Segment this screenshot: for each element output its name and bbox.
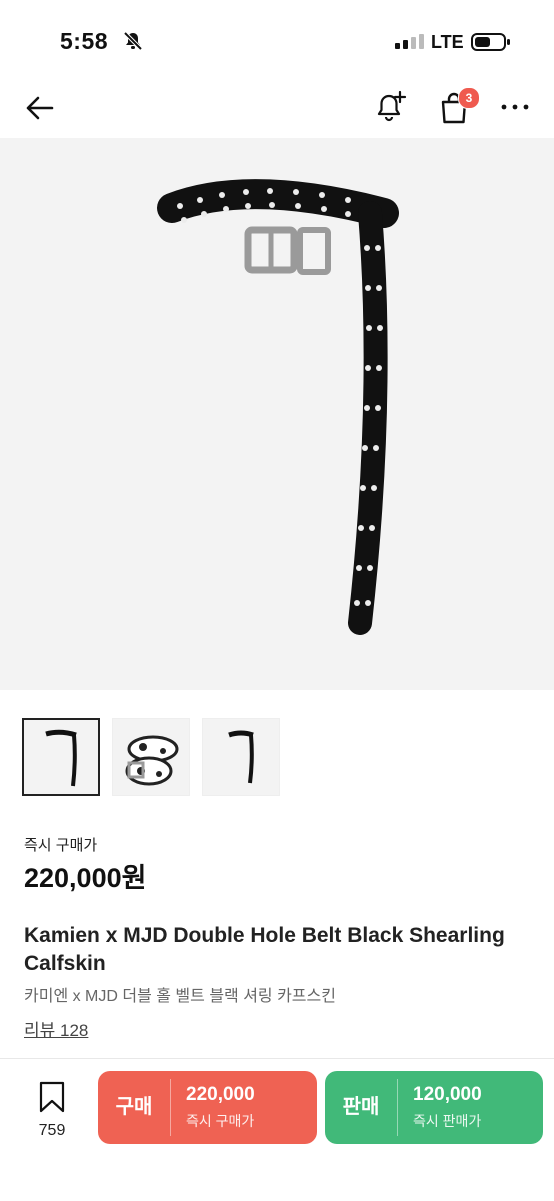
price-label: 즉시 구매가 <box>24 837 98 854</box>
buy-label: 구매 <box>115 1096 153 1118</box>
buy-price: 220,000 <box>186 1084 255 1105</box>
belt-thumb-1 <box>45 729 77 787</box>
thumbnail-2[interactable] <box>112 718 190 796</box>
bookmark-count: 759 <box>38 1122 66 1139</box>
network-type: LTE <box>431 32 464 52</box>
bookmark-icon <box>39 1081 65 1113</box>
status-bar: 5:58 LTE <box>0 0 554 82</box>
buy-button[interactable]: 구매 220,000 즉시 구매가 <box>98 1071 317 1144</box>
nav-bar: 3 <box>0 82 554 136</box>
bell-off-icon <box>123 31 143 51</box>
thumbnail-1[interactable] <box>22 718 100 796</box>
sell-subtitle: 즉시 판매가 <box>413 1113 482 1129</box>
belt-thumb-2 <box>125 735 179 786</box>
review-link[interactable]: 리뷰 128 <box>24 1016 88 1041</box>
battery-icon <box>471 33 510 51</box>
product-title: Kamien x MJD Double Hole Belt Black Shea… <box>24 924 505 975</box>
status-time: 5:58 <box>60 28 109 54</box>
bookmark-button[interactable]: 759 <box>30 1081 74 1140</box>
sell-divider <box>397 1079 398 1136</box>
more-menu-icon[interactable] <box>500 94 530 120</box>
thumbnail-3[interactable] <box>202 718 280 796</box>
product-image[interactable] <box>0 138 554 690</box>
alert-add-icon[interactable] <box>374 88 408 124</box>
product-title-korean: 카미엔 x MJD 더블 홀 벨트 블랙 셔링 카프스킨 <box>24 988 336 1005</box>
belt-image <box>157 179 399 635</box>
buy-subtitle: 즉시 구매가 <box>186 1113 255 1129</box>
belt-thumb-3 <box>228 730 254 784</box>
cart-badge: 3 <box>458 87 480 109</box>
sell-price: 120,000 <box>413 1084 482 1105</box>
back-arrow-icon[interactable] <box>22 90 58 126</box>
sell-button[interactable]: 판매 120,000 즉시 판매가 <box>325 1071 543 1144</box>
bottom-action-bar: 759 구매 220,000 즉시 구매가 판매 120,000 즉시 판매가 <box>0 1058 554 1201</box>
thumbnail-strip <box>22 718 280 796</box>
product-price: 220,000원 <box>24 863 147 893</box>
signal-icon <box>395 34 424 49</box>
buy-divider <box>170 1079 171 1136</box>
sell-label: 판매 <box>342 1096 380 1118</box>
